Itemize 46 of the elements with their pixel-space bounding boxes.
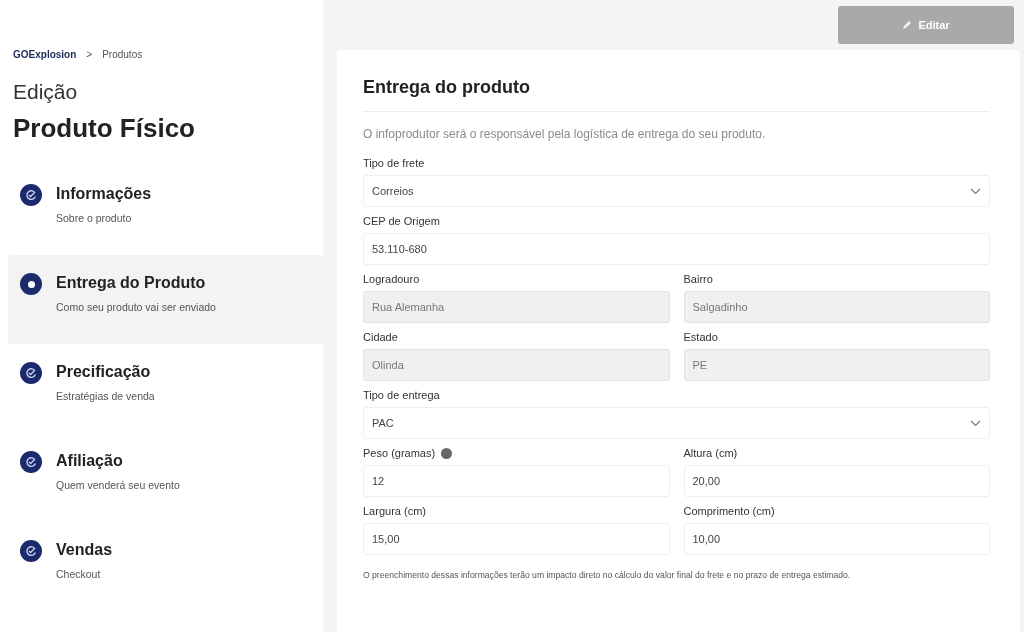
step-title: Entrega do Produto bbox=[56, 273, 207, 293]
input-field[interactable]: 15,00 bbox=[363, 523, 670, 555]
field-label: Logradouro bbox=[363, 271, 420, 287]
breadcrumb-separator: > bbox=[86, 48, 93, 62]
page-title: Produto Físico bbox=[12, 112, 196, 144]
input-field[interactable]: 53.110-680 bbox=[363, 233, 990, 265]
field-label: Altura (cm) bbox=[683, 445, 738, 461]
field-label: Estado bbox=[683, 329, 718, 345]
step-subtitle: Quem venderá seu evento bbox=[56, 478, 180, 493]
section-description: O infoprodutor será o responsável pela logística de entrega do seu produto. bbox=[363, 126, 767, 142]
chevron-down-icon bbox=[970, 419, 981, 427]
input-field[interactable]: 20,00 bbox=[683, 465, 990, 497]
footnote: O preenchimento dessas informações terão um impacto direto no cálculo do valor final do frete e no prazo de entrega estimado. bbox=[363, 569, 852, 582]
input-field[interactable]: 12 bbox=[363, 465, 670, 497]
field-label: Cidade bbox=[363, 329, 398, 345]
step-title: Informações bbox=[56, 184, 152, 204]
step-subtitle: Sobre o produto bbox=[56, 211, 133, 226]
field-label: Largura (cm) bbox=[363, 503, 426, 519]
info-icon[interactable] bbox=[441, 447, 453, 459]
field-label: Tipo de entrega bbox=[363, 387, 440, 403]
current-step-icon bbox=[20, 273, 42, 295]
section-title: Entrega do produto bbox=[363, 76, 531, 98]
field-label: Comprimento (cm) bbox=[683, 503, 775, 519]
field-label: CEP de Origem bbox=[363, 213, 440, 229]
step-item[interactable]: Precificação Estratégias de venda bbox=[0, 344, 323, 433]
step-item[interactable]: Informações Sobre o produto bbox=[0, 166, 323, 255]
chevron-down-icon bbox=[970, 187, 981, 195]
step-item[interactable]: Entrega do Produto Como seu produto vai ser enviado bbox=[8, 255, 323, 344]
select-field[interactable]: PAC bbox=[363, 407, 990, 439]
step-title: Vendas bbox=[56, 540, 113, 560]
input-field[interactable]: 10,00 bbox=[683, 523, 990, 555]
field-label: Tipo de frete bbox=[363, 155, 425, 171]
step-subtitle: Checkout bbox=[56, 567, 102, 582]
page-overline: Edição bbox=[12, 79, 79, 105]
step-item[interactable]: Afiliação Quem venderá seu evento bbox=[0, 433, 323, 522]
pencil-icon bbox=[902, 20, 913, 30]
step-subtitle: Como seu produto vai ser enviado bbox=[56, 300, 216, 315]
step-title: Afiliação bbox=[56, 451, 124, 471]
select-field[interactable]: Correios bbox=[363, 175, 990, 207]
step-item[interactable]: Vendas Checkout bbox=[0, 522, 323, 611]
breadcrumb-current: Produtos bbox=[102, 48, 143, 62]
step-title: Precificação bbox=[56, 362, 152, 382]
field-label: Peso (gramas) bbox=[363, 445, 436, 461]
breadcrumb-link[interactable]: GOExplosion bbox=[13, 47, 77, 62]
field-label: Bairro bbox=[683, 271, 713, 287]
step-subtitle: Estratégias de venda bbox=[56, 389, 155, 404]
